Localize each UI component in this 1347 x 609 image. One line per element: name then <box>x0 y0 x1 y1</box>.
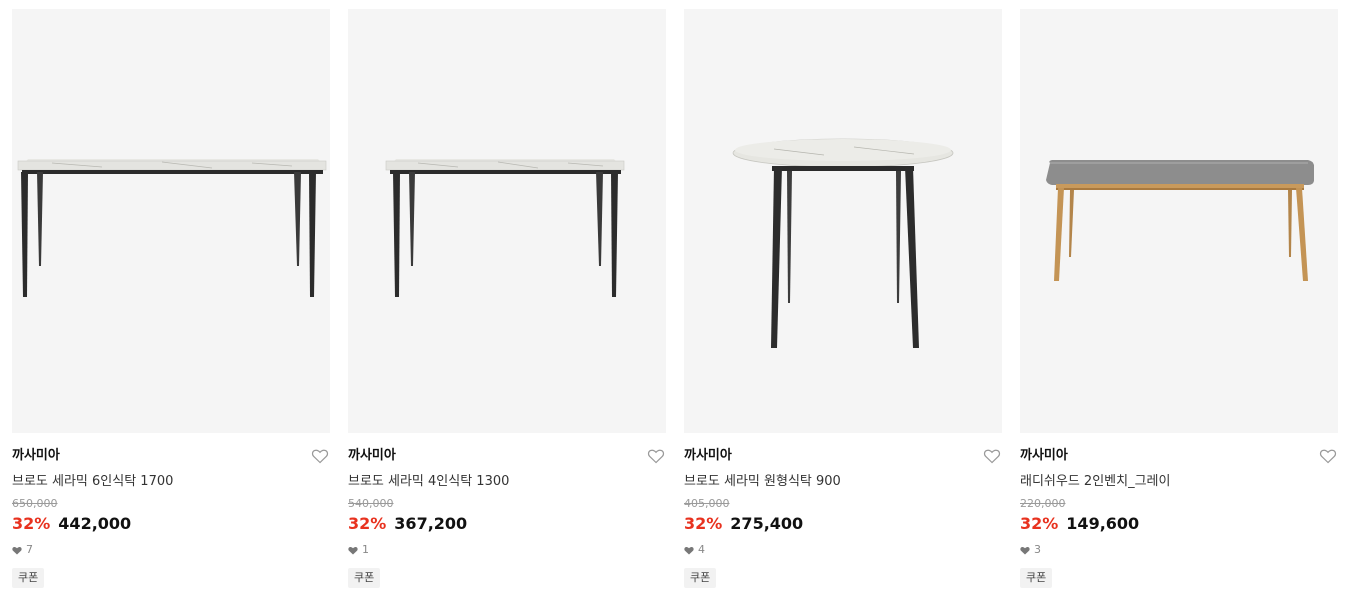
heart-filled-icon <box>1020 546 1030 554</box>
heart-filled-icon <box>12 546 22 554</box>
wishlist-heart-icon[interactable] <box>647 447 665 465</box>
wishlist-heart-icon[interactable] <box>1319 447 1337 465</box>
price-row: 32% 149,600 <box>1020 513 1338 535</box>
coupon-badge: 쿠폰 <box>684 568 717 588</box>
sale-price: 442,000 <box>58 514 132 533</box>
product-card[interactable]: 까사미아 브로도 세라믹 원형식탁 900 405,000 32% 275,40… <box>684 9 1002 588</box>
sale-price: 275,400 <box>730 514 804 533</box>
heart-filled-icon <box>348 546 358 554</box>
product-name[interactable]: 브로도 세라믹 원형식탁 900 <box>684 473 1002 491</box>
product-thumbnail[interactable] <box>1020 9 1338 433</box>
wishlist-heart-icon[interactable] <box>983 447 1001 465</box>
price-row: 32% 275,400 <box>684 513 1002 535</box>
brand-name: 까사미아 <box>348 448 396 463</box>
brand-name: 까사미아 <box>684 448 732 463</box>
product-name[interactable]: 브로도 세라믹 4인식탁 1300 <box>348 473 666 491</box>
discount-rate: 32% <box>12 514 51 533</box>
round-dining-table-image <box>732 138 954 348</box>
wishlist-heart-icon[interactable] <box>311 447 329 465</box>
rectangular-dining-table-image <box>17 159 327 297</box>
product-thumbnail[interactable] <box>12 9 330 433</box>
product-name[interactable]: 래디쉬우드 2인벤치_그레이 <box>1020 473 1338 491</box>
product-card[interactable]: 까사미아 브로도 세라믹 4인식탁 1300 540,000 32% 367,2… <box>348 9 666 588</box>
original-price: 540,000 <box>348 497 394 510</box>
original-price: 220,000 <box>1020 497 1066 510</box>
rectangular-dining-table-image <box>385 159 625 297</box>
discount-rate: 32% <box>348 514 387 533</box>
price-row: 32% 442,000 <box>12 513 330 535</box>
like-count: 4 <box>684 543 1002 557</box>
original-price: 650,000 <box>12 497 58 510</box>
coupon-badge: 쿠폰 <box>1020 568 1053 588</box>
price-row: 32% 367,200 <box>348 513 666 535</box>
coupon-badge: 쿠폰 <box>348 568 381 588</box>
like-count: 7 <box>12 543 330 557</box>
product-grid: 까사미아 브로도 세라믹 6인식탁 1700 650,000 32% 442,0… <box>12 9 1338 588</box>
like-count: 3 <box>1020 543 1338 557</box>
product-thumbnail[interactable] <box>348 9 666 433</box>
sale-price: 367,200 <box>394 514 468 533</box>
brand-name: 까사미아 <box>12 448 60 463</box>
coupon-badge: 쿠폰 <box>12 568 45 588</box>
heart-filled-icon <box>684 546 694 554</box>
discount-rate: 32% <box>1020 514 1059 533</box>
product-thumbnail[interactable] <box>684 9 1002 433</box>
sale-price: 149,600 <box>1066 514 1140 533</box>
like-count-value: 1 <box>362 543 369 556</box>
like-count-value: 4 <box>698 543 705 556</box>
like-count-value: 7 <box>26 543 33 556</box>
product-card[interactable]: 까사미아 브로도 세라믹 6인식탁 1700 650,000 32% 442,0… <box>12 9 330 588</box>
product-name[interactable]: 브로도 세라믹 6인식탁 1700 <box>12 473 330 491</box>
product-card[interactable]: 까사미아 래디쉬우드 2인벤치_그레이 220,000 32% 149,600 … <box>1020 9 1338 588</box>
brand-name: 까사미아 <box>1020 448 1068 463</box>
original-price: 405,000 <box>684 497 730 510</box>
wooden-bench-image <box>1046 160 1314 281</box>
discount-rate: 32% <box>684 514 723 533</box>
like-count: 1 <box>348 543 666 557</box>
like-count-value: 3 <box>1034 543 1041 556</box>
